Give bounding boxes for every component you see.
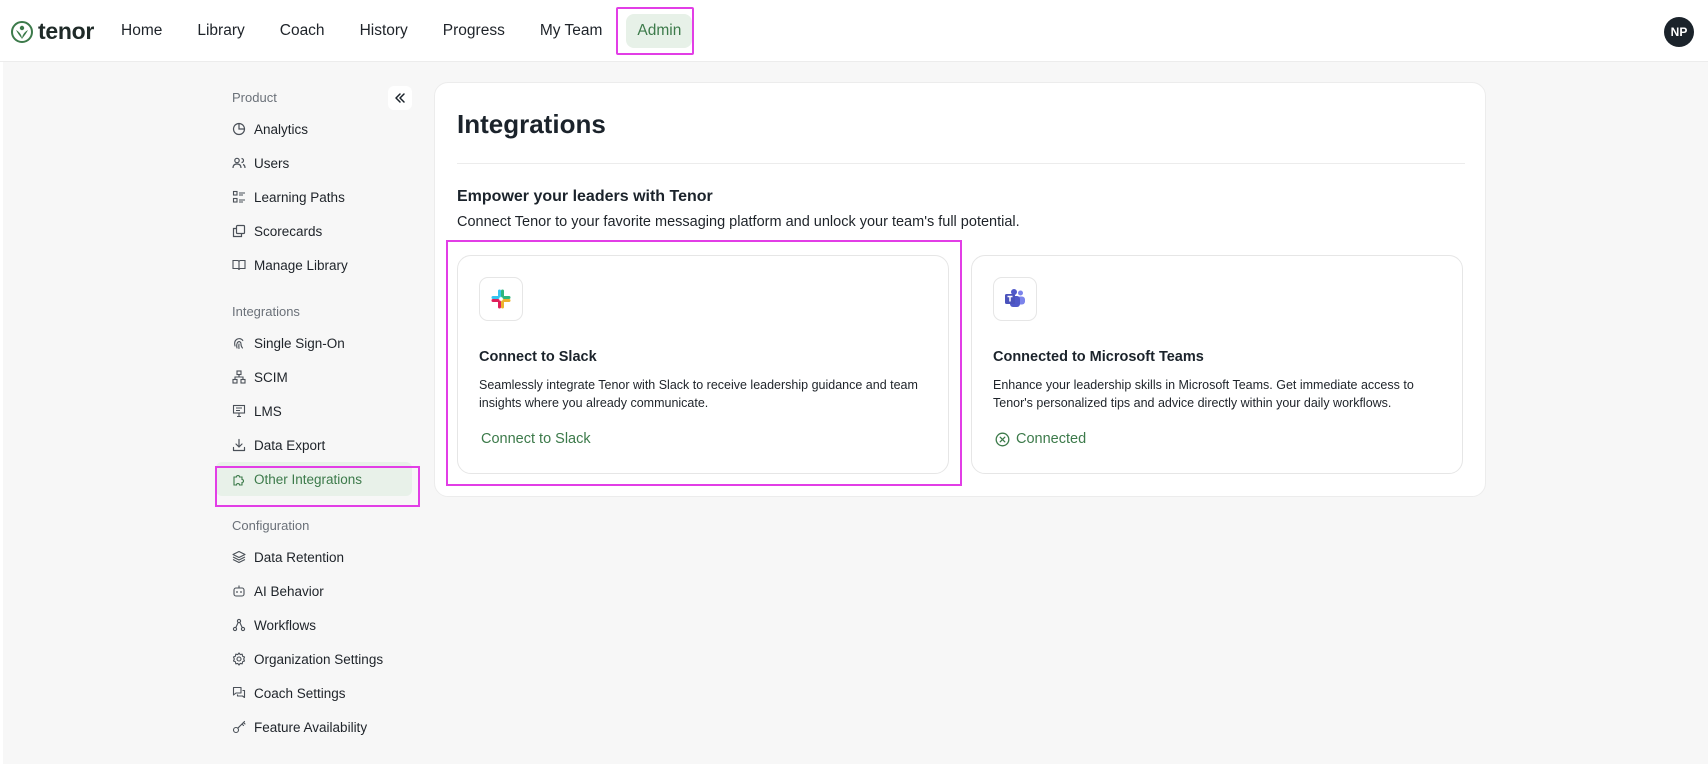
sidebar-item-label: Feature Availability — [254, 719, 368, 735]
sidebar-item-label: Single Sign-On — [254, 335, 345, 351]
pie-chart-icon — [232, 122, 246, 136]
collapse-sidebar-button[interactable] — [388, 86, 412, 110]
double-chevron-left-icon — [395, 93, 405, 103]
sidebar-item-label: AI Behavior — [254, 583, 324, 599]
sidebar-item-label: Coach Settings — [254, 685, 346, 701]
microsoft-teams-icon — [1005, 289, 1025, 307]
scorecard-icon — [232, 224, 246, 238]
connect-slack-button[interactable]: Connect to Slack — [481, 431, 591, 447]
puzzle-icon — [233, 475, 244, 486]
list-icon — [232, 190, 245, 203]
section-subtitle: Empower your leaders with Tenor — [457, 188, 713, 205]
slack-logo-box — [479, 277, 523, 321]
integrations-panel: Integrations Empower your leaders with T… — [434, 82, 1486, 497]
user-avatar[interactable]: NP — [1664, 17, 1694, 47]
sidebar-item-coach-settings[interactable]: Coach Settings — [216, 676, 416, 710]
sidebar-section-integrations: Integrations — [232, 304, 300, 319]
sidebar-item-label: Manage Library — [254, 257, 348, 273]
sidebar-item-scim[interactable]: SCIM — [216, 360, 416, 394]
sidebar-item-scorecards[interactable]: Scorecards — [216, 214, 416, 248]
sidebar-item-data-retention[interactable]: Data Retention — [216, 540, 416, 574]
sidebar-item-label: Scorecards — [254, 223, 323, 239]
sidebar-item-workflows[interactable]: Workflows — [216, 608, 416, 642]
sidebar-item-label: Data Export — [254, 437, 326, 453]
fingerprint-icon — [234, 338, 244, 350]
sidebar-item-feature-availability[interactable]: Feature Availability — [216, 710, 416, 744]
network-icon — [232, 370, 246, 384]
slack-icon — [491, 289, 511, 309]
chat-icon — [232, 686, 246, 699]
teams-integration-card: Connected to Microsoft Teams Enhance you… — [971, 255, 1463, 474]
section-description: Connect Tenor to your favorite messaging… — [457, 214, 1020, 230]
sidebar-item-label: Learning Paths — [254, 189, 345, 205]
sidebar-item-label: Users — [254, 155, 290, 171]
workflow-icon — [232, 618, 246, 632]
sidebar-item-label: LMS — [254, 403, 282, 419]
key-icon — [232, 720, 246, 734]
teams-connected-label: Connected — [1016, 431, 1087, 447]
sidebar-item-single-sign-on[interactable]: Single Sign-On — [216, 326, 416, 360]
sidebar-item-users[interactable]: Users — [216, 146, 416, 180]
page-edge — [0, 62, 3, 764]
tenor-logo-icon — [11, 20, 33, 43]
sidebar-item-learning-paths[interactable]: Learning Paths — [216, 180, 416, 214]
connect-slack-label: Connect to Slack — [481, 431, 591, 447]
nav-admin[interactable]: Admin — [626, 14, 693, 48]
teams-logo-box — [993, 277, 1037, 321]
tenor-logo[interactable]: tenor — [10, 18, 94, 45]
presentation-icon — [232, 404, 246, 418]
sidebar-item-label: Data Retention — [254, 549, 345, 565]
users-icon — [232, 157, 246, 169]
nav-coach[interactable]: Coach — [269, 14, 336, 48]
sidebar-item-label: Other Integrations — [254, 471, 363, 487]
sidebar-section-configuration: Configuration — [232, 518, 310, 533]
bot-icon — [233, 585, 245, 597]
sidebar-item-data-export[interactable]: Data Export — [216, 428, 416, 462]
x-circle-icon — [995, 432, 1010, 446]
nav-my-team[interactable]: My Team — [529, 14, 614, 48]
slack-card-description: Seamlessly integrate Tenor with Slack to… — [479, 378, 918, 410]
slack-integration-card: Connect to Slack Seamlessly integrate Te… — [457, 255, 949, 474]
teams-card-title: Connected to Microsoft Teams — [993, 349, 1204, 365]
nav-library[interactable]: Library — [186, 14, 255, 48]
sidebar-section-product: Product — [232, 90, 277, 105]
sidebar-item-lms[interactable]: LMS — [216, 394, 416, 428]
gear-icon — [232, 652, 246, 666]
nav-home[interactable]: Home — [110, 14, 173, 48]
admin-sidebar: Product Analytics Users Learning Paths S… — [216, 84, 416, 744]
teams-card-description: Enhance your leadership skills in Micros… — [993, 378, 1414, 410]
nav-history[interactable]: History — [349, 14, 419, 48]
sidebar-item-ai-behavior[interactable]: AI Behavior — [216, 574, 416, 608]
book-icon — [232, 259, 246, 271]
sidebar-item-organization-settings[interactable]: Organization Settings — [216, 642, 416, 676]
sidebar-item-analytics[interactable]: Analytics — [216, 112, 416, 146]
brand-name: tenor — [38, 18, 95, 44]
sidebar-item-manage-library[interactable]: Manage Library — [216, 248, 416, 282]
top-navigation-bar: tenor Home Library Coach History Progres… — [0, 0, 1708, 62]
main-nav: Home Library Coach History Progress My T… — [110, 0, 705, 62]
page-title: Integrations — [457, 109, 606, 139]
sidebar-item-label: Organization Settings — [254, 651, 384, 667]
sidebar-item-label: Workflows — [254, 617, 317, 633]
download-icon — [232, 438, 246, 452]
nav-progress[interactable]: Progress — [432, 14, 516, 48]
sidebar-item-label: SCIM — [254, 369, 288, 385]
slack-card-title: Connect to Slack — [479, 349, 597, 365]
sidebar-item-label: Analytics — [254, 121, 309, 137]
teams-connected-status[interactable]: Connected — [995, 431, 1086, 447]
sidebar-item-other-integrations[interactable]: Other Integrations — [216, 462, 412, 496]
divider — [457, 163, 1465, 164]
layers-icon — [232, 550, 246, 564]
